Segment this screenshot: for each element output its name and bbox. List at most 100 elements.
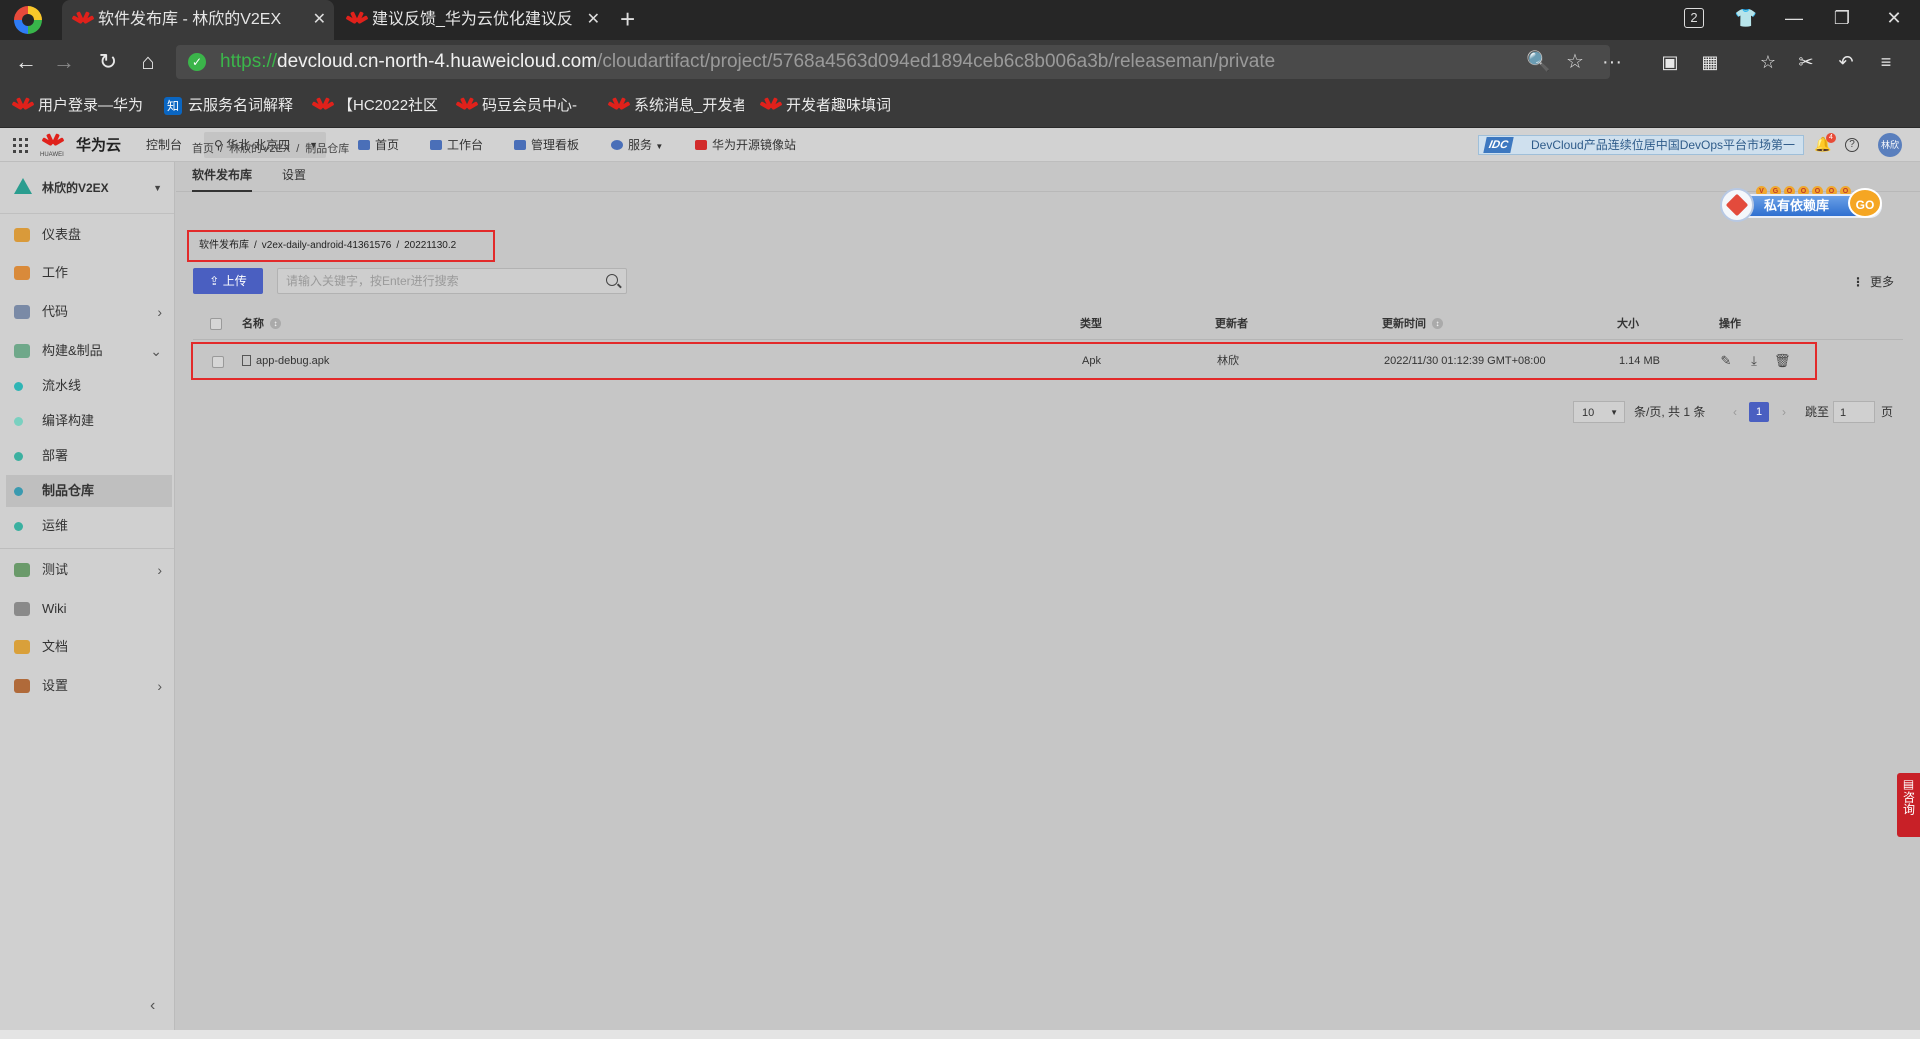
- reader-icon[interactable]: ▣: [1654, 46, 1686, 78]
- huawei-cloud-logo[interactable]: HUAWEI 华为云: [40, 133, 130, 159]
- sidebar-item-pipeline[interactable]: 流水线: [6, 370, 172, 402]
- download-icon[interactable]: ⤓: [1746, 353, 1762, 369]
- sidebar-item-label: 流水线: [42, 378, 82, 393]
- reload-icon[interactable]: ↻: [92, 46, 124, 78]
- pipeline-icon: [14, 382, 23, 391]
- compile-icon: [14, 417, 23, 426]
- help-icon[interactable]: ?: [1845, 138, 1859, 152]
- brand-label: 华为云: [76, 137, 122, 154]
- bookmark-label: 云服务名词解释: [188, 97, 294, 114]
- sidebar-item-dashboard[interactable]: 仪表盘: [6, 219, 172, 251]
- edit-icon[interactable]: ✎: [1718, 353, 1734, 369]
- sidebar-item-docs[interactable]: 文档: [6, 631, 172, 663]
- nav-dashboard[interactable]: 管理看板: [514, 128, 579, 162]
- console-link[interactable]: 控制台: [146, 128, 182, 162]
- undo-icon[interactable]: ↶: [1830, 46, 1862, 78]
- breadcrumb-home[interactable]: 首页: [192, 143, 214, 155]
- bookmark-item[interactable]: 【HC2022社区: [312, 94, 440, 118]
- apps-grid-icon[interactable]: [13, 138, 28, 153]
- close-icon[interactable]: ✕: [587, 0, 600, 40]
- sidebar-item-artifact-repo[interactable]: 制品仓库: [6, 475, 172, 507]
- restore-button[interactable]: ❐: [1822, 0, 1862, 36]
- bookmark-item[interactable]: 系统消息_开发者: [608, 94, 744, 118]
- zoom-icon[interactable]: 🔍: [1526, 45, 1551, 79]
- new-tab-button[interactable]: +: [620, 4, 635, 34]
- sort-icon[interactable]: ↕: [270, 318, 281, 329]
- private-repo-promo[interactable]: VGOOOOO 私有依赖库 GO: [1720, 176, 1886, 222]
- pagination-summary: 条/页, 共 1 条: [1634, 405, 1706, 419]
- tab-settings[interactable]: 设置: [282, 158, 306, 192]
- column-header-updated-at[interactable]: 更新时间 ↕: [1382, 308, 1443, 340]
- bookmark-item[interactable]: 用户登录—华为: [12, 94, 146, 118]
- home-icon[interactable]: ⌂: [132, 46, 164, 78]
- browser-logo-icon: [14, 6, 42, 34]
- scissors-icon[interactable]: ✂: [1790, 46, 1822, 78]
- favorites-icon[interactable]: ☆: [1752, 46, 1784, 78]
- sidebar-item-wiki[interactable]: Wiki: [6, 593, 172, 625]
- sort-icon[interactable]: ↕: [1432, 318, 1443, 329]
- file-name-link[interactable]: app-debug.apk: [242, 344, 329, 378]
- delete-icon[interactable]: 🗑: [1774, 353, 1791, 369]
- sidebar-item-work[interactable]: 工作: [6, 257, 172, 289]
- sidebar-item-compile[interactable]: 编译构建: [6, 405, 172, 437]
- path-repo[interactable]: v2ex-daily-android-41361576: [262, 240, 392, 251]
- shirt-icon[interactable]: 👕: [1726, 0, 1766, 36]
- row-checkbox[interactable]: [212, 356, 224, 368]
- go-button[interactable]: GO: [1848, 188, 1882, 218]
- avatar[interactable]: 林欣: [1878, 133, 1902, 157]
- bookmark-item[interactable]: 码豆会员中心-: [456, 94, 592, 118]
- deploy-icon: [14, 452, 23, 461]
- minimize-button[interactable]: —: [1774, 0, 1814, 36]
- chevron-right-icon: ›: [157, 304, 162, 320]
- search-input[interactable]: [278, 269, 588, 293]
- sidebar-item-build[interactable]: 构建&制品 ⌄: [6, 335, 172, 367]
- column-header-name[interactable]: 名称 ↕: [242, 308, 281, 340]
- consult-button[interactable]: ▤ 咨询: [1897, 773, 1920, 837]
- upload-button[interactable]: ⇪ 上传: [193, 268, 263, 294]
- sidebar-item-test[interactable]: 测试 ›: [6, 554, 172, 586]
- url-text[interactable]: https://devcloud.cn-north-4.huaweicloud.…: [220, 45, 1275, 79]
- select-all-checkbox[interactable]: [210, 318, 222, 330]
- path-root[interactable]: 软件发布库: [199, 240, 249, 251]
- sidebar-item-deploy[interactable]: 部署: [6, 440, 172, 472]
- address-bar[interactable]: ✓ https://devcloud.cn-north-4.huaweiclou…: [176, 45, 1622, 79]
- package-icon: [1720, 188, 1754, 222]
- bell-icon[interactable]: 🔔 4: [1814, 133, 1836, 154]
- more-dots-icon[interactable]: ···: [1602, 45, 1622, 79]
- cell-updated-at: 2022/11/30 01:12:39 GMT+08:00: [1384, 355, 1546, 367]
- nav-workbench[interactable]: 工作台: [430, 128, 483, 162]
- announcement-banner[interactable]: IDC DevCloud产品连续位居中国DevOps平台市场第一: [1478, 135, 1804, 155]
- close-icon[interactable]: ✕: [313, 0, 326, 40]
- sidebar-item-ops[interactable]: 运维: [6, 510, 172, 542]
- sidebar-item-settings[interactable]: 设置 ›: [6, 670, 172, 702]
- current-page[interactable]: 1: [1749, 402, 1769, 422]
- tab-inactive[interactable]: 建议反馈_华为云优化建议反馈 ✕: [336, 0, 608, 40]
- page-size-select[interactable]: 10 ▼: [1573, 401, 1625, 423]
- project-switcher[interactable]: 林欣的V2EX ▼: [0, 162, 174, 214]
- repo-path-breadcrumb: 软件发布库 / v2ex-daily-android-41361576/202211…: [187, 230, 495, 262]
- search-icon[interactable]: [606, 274, 618, 286]
- nav-mirror[interactable]: 华为开源镜像站: [695, 128, 796, 162]
- close-window-button[interactable]: ✕: [1874, 0, 1914, 36]
- collapse-sidebar-icon[interactable]: ‹: [150, 997, 155, 1015]
- chat-icon: ▤: [1902, 777, 1915, 791]
- star-icon[interactable]: ☆: [1566, 45, 1584, 79]
- more-menu[interactable]: ⋮ 更多: [1852, 273, 1894, 290]
- next-page-icon[interactable]: ›: [1782, 401, 1786, 423]
- bookmark-item[interactable]: 知 云服务名词解释: [162, 94, 296, 118]
- nav-home[interactable]: 首页: [358, 128, 399, 162]
- cell-size: 1.14 MB: [1619, 355, 1660, 367]
- forward-icon[interactable]: →: [48, 46, 80, 78]
- back-icon[interactable]: ←: [10, 46, 42, 78]
- tab-release-repo[interactable]: 软件发布库: [192, 158, 253, 192]
- tab-active[interactable]: 软件发布库 - 林欣的V2EX ✕: [62, 0, 334, 40]
- bookmark-item[interactable]: 开发者趣味填词: [760, 94, 894, 118]
- jump-page-input[interactable]: 1: [1833, 401, 1875, 423]
- prev-page-icon[interactable]: ‹: [1733, 401, 1737, 423]
- sidebar-item-code[interactable]: 代码 ›: [6, 296, 172, 328]
- menu-icon[interactable]: ≡: [1870, 46, 1902, 78]
- apps-icon[interactable]: ▦: [1694, 46, 1726, 78]
- breadcrumb-project[interactable]: 林欣的V2EX: [229, 143, 290, 155]
- page-unit-label: 页: [1881, 405, 1894, 419]
- tab-count-badge[interactable]: 2: [1684, 8, 1704, 28]
